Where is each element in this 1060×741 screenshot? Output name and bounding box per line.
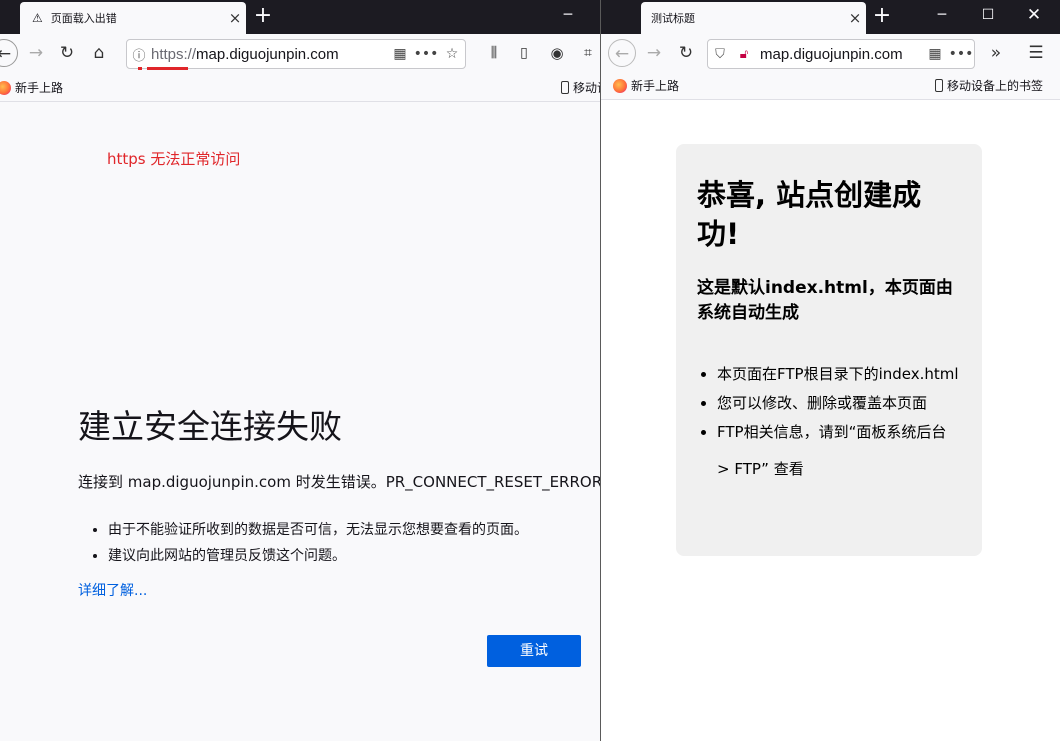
overflow-menu-icon[interactable]: » — [982, 39, 1010, 67]
address-bar[interactable]: ⓘ https://map.diguojunpin.com ▦ ••• ☆ — [126, 39, 466, 69]
retry-button[interactable]: 重试 — [487, 635, 581, 667]
address-bar[interactable]: ⛉ 🔓︎ map.diguojunpin.com ▦ ••• — [707, 39, 975, 69]
back-icon[interactable]: ← — [0, 39, 18, 67]
url-underline-annotation — [147, 67, 188, 70]
phone-icon — [561, 81, 569, 94]
bookmark-mobile[interactable]: 移动设 — [561, 79, 600, 96]
library-icon[interactable]: ⫼ — [480, 39, 508, 67]
qr-code-icon[interactable]: ▦ — [922, 46, 948, 62]
error-description: 连接到 map.diguojunpin.com 时发生错误。PR_CONNECT… — [78, 473, 600, 491]
close-tab-icon[interactable]: × — [844, 9, 866, 27]
bookmark-label: 新手上路 — [631, 79, 680, 93]
bookmarks-toolbar: 新手上路 移动设备上的书签 — [601, 70, 1060, 100]
navigation-toolbar: ← → ↻ ⛉ 🔓︎ map.diguojunpin.com ▦ ••• » ☰ — [601, 34, 1060, 72]
url-text[interactable]: map.diguojunpin.com — [756, 46, 922, 63]
welcome-card: 恭喜, 站点创建成功! 这是默认index.html，本页面由系统自动生成 本页… — [676, 144, 982, 556]
bookmark-label: 新手上路 — [15, 81, 64, 95]
page-actions-icon[interactable]: ••• — [413, 46, 439, 62]
bookmarks-toolbar: 新手上路 移动设 — [0, 72, 600, 102]
error-title: 建立安全连接失败 — [78, 407, 342, 446]
firefox-icon — [613, 78, 627, 93]
minimize-button[interactable]: ─ — [545, 0, 591, 30]
minimize-button[interactable]: ─ — [919, 0, 965, 30]
right-browser-window: 测试标题 × + ─ ☐ ✕ ← → ↻ ⛉ 🔓︎ map.diguojunpi… — [600, 0, 1060, 741]
left-browser-window: ⚠ 页面载入出错 × + ─ ← → ↻ ⌂ ⓘ https://map.dig… — [0, 0, 600, 741]
home-icon[interactable]: ⌂ — [85, 39, 113, 67]
learn-more-link[interactable]: 详细了解... — [78, 580, 147, 600]
maximize-button[interactable]: ☐ — [965, 0, 1011, 30]
url-dot-annotation — [138, 67, 142, 70]
insecure-lock-icon[interactable]: 🔓︎ — [732, 47, 756, 62]
bookmark-label: 移动设 — [573, 81, 600, 95]
warning-icon: ⚠ — [32, 11, 43, 25]
url-text[interactable]: https://map.diguojunpin.com — [151, 46, 387, 63]
annotation-text: https 无法正常访问 — [107, 150, 241, 168]
bookmark-mobile[interactable]: 移动设备上的书签 — [935, 77, 1043, 94]
info-icon[interactable]: ⓘ — [127, 45, 151, 64]
bookmark-getting-started[interactable]: 新手上路 — [0, 79, 63, 96]
firefox-icon — [0, 80, 11, 95]
reload-icon[interactable]: ↻ — [672, 39, 700, 67]
reload-icon[interactable]: ↻ — [53, 39, 81, 67]
close-window-button[interactable]: ✕ — [1011, 0, 1057, 30]
bookmark-getting-started[interactable]: 新手上路 — [613, 77, 679, 94]
bookmark-star-icon[interactable]: ☆ — [439, 46, 465, 62]
bookmark-label: 移动设备上的书签 — [947, 79, 1044, 93]
shield-icon[interactable]: ⛉ — [708, 47, 732, 62]
forward-icon[interactable]: → — [640, 39, 668, 67]
new-tab-button[interactable]: + — [250, 4, 276, 30]
list-item: 建议向此网站的管理员反馈这个问题。 — [108, 545, 528, 571]
back-icon[interactable]: ← — [608, 39, 636, 67]
tab-bar: 测试标题 × + ─ ☐ ✕ — [601, 0, 1060, 34]
close-tab-icon[interactable]: × — [224, 9, 246, 27]
tab-test-page[interactable]: 测试标题 × — [641, 2, 866, 34]
page-heading: 恭喜, 站点创建成功! — [697, 178, 922, 251]
info-list: 本页面在FTP根目录下的index.html 您可以修改、删除或覆盖本页面 FT… — [697, 356, 962, 488]
list-item: 由于不能验证所收到的数据是否可信，无法显示您想要查看的页面。 — [108, 519, 528, 545]
tab-bar: ⚠ 页面载入出错 × + ─ — [0, 0, 600, 34]
forward-icon[interactable]: → — [22, 39, 50, 67]
phone-icon — [935, 79, 943, 92]
page-actions-icon[interactable]: ••• — [948, 46, 974, 62]
page-subheading: 这是默认index.html，本页面由系统自动生成 — [697, 278, 953, 323]
tab-title: 页面载入出错 — [50, 12, 117, 25]
tab-title: 测试标题 — [651, 12, 695, 25]
hamburger-menu-icon[interactable]: ☰ — [1022, 39, 1050, 67]
new-tab-button[interactable]: + — [869, 4, 895, 30]
account-icon[interactable]: ◉ — [543, 39, 571, 67]
navigation-toolbar: ← → ↻ ⌂ ⓘ https://map.diguojunpin.com ▦ … — [0, 34, 600, 72]
sidebar-icon[interactable]: ▯ — [510, 39, 538, 67]
list-item: FTP相关信息，请到“面板系统后台 > FTP” 查看 — [717, 414, 962, 488]
error-advice-list: 由于不能验证所收到的数据是否可信，无法显示您想要查看的页面。 建议向此网站的管理… — [94, 519, 528, 571]
tab-error-page[interactable]: ⚠ 页面载入出错 × — [20, 2, 246, 34]
qr-code-icon[interactable]: ▦ — [387, 46, 413, 62]
screenshot-icon[interactable]: ⌗ — [574, 39, 600, 67]
